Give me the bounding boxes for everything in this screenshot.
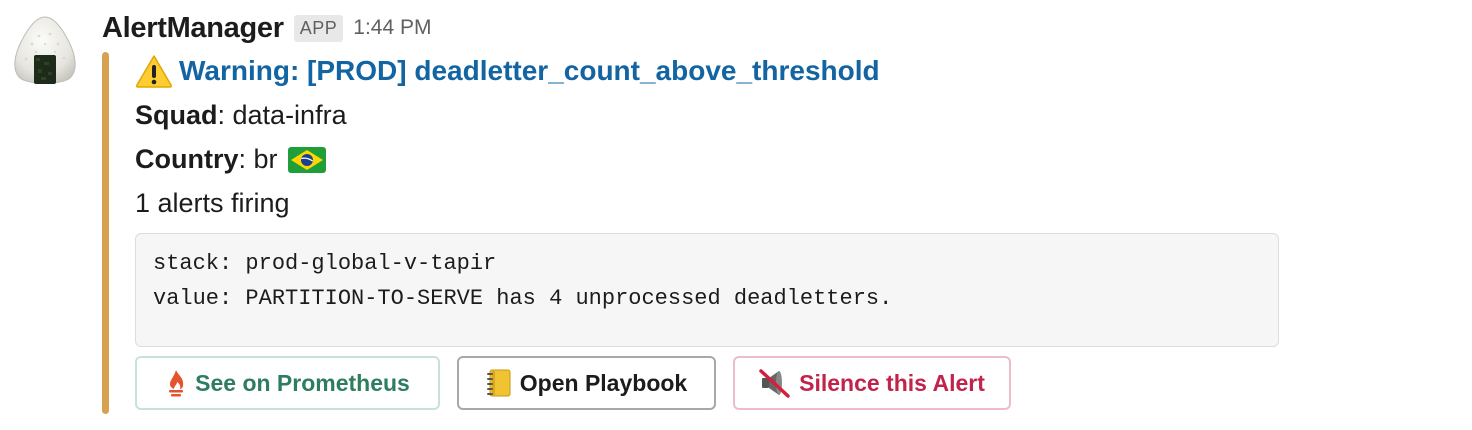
country-value: : br	[238, 144, 278, 174]
message-header: AlertManager APP 1:44 PM	[102, 8, 431, 48]
silence-alert-label: Silence this Alert	[799, 369, 985, 396]
timestamp[interactable]: 1:44 PM	[353, 16, 431, 40]
squad-label: Squad	[135, 100, 218, 130]
alert-title-link[interactable]: Warning: [PROD] deadletter_count_above_t…	[179, 55, 880, 87]
warning-icon	[135, 54, 173, 88]
slack-message: AlertManager APP 1:44 PM Warning: [PROD]…	[0, 0, 1472, 430]
squad-value: : data-infra	[217, 100, 347, 130]
prometheus-flame-icon	[165, 369, 187, 397]
country-label: Country	[135, 144, 239, 174]
attachment-color-bar	[102, 52, 109, 414]
onigiri-icon[interactable]	[12, 14, 78, 86]
see-on-prometheus-label: See on Prometheus	[195, 369, 410, 396]
firing-count: 1 alerts firing	[135, 188, 290, 218]
country-field: Country: br	[135, 144, 326, 175]
app-badge: APP	[293, 14, 344, 42]
action-buttons: See on Prometheus Open Playbook Silence …	[135, 356, 1028, 410]
brazil-flag-icon	[287, 146, 326, 173]
silence-alert-button[interactable]: Silence this Alert	[733, 356, 1011, 410]
open-playbook-button[interactable]: Open Playbook	[457, 356, 716, 410]
muted-speaker-icon	[759, 368, 791, 398]
code-line-stack: stack: prod-global-v-tapir	[153, 251, 497, 276]
sender-name[interactable]: AlertManager	[102, 12, 284, 45]
code-line-value: value: PARTITION-TO-SERVE has 4 unproces…	[153, 286, 893, 311]
alert-details-codeblock: stack: prod-global-v-tapir value: PARTIT…	[135, 233, 1279, 347]
squad-field: Squad: data-infra	[135, 100, 347, 131]
see-on-prometheus-button[interactable]: See on Prometheus	[135, 356, 440, 410]
notebook-icon	[486, 368, 512, 398]
attachment-title: Warning: [PROD] deadletter_count_above_t…	[135, 54, 880, 88]
open-playbook-label: Open Playbook	[519, 369, 688, 396]
